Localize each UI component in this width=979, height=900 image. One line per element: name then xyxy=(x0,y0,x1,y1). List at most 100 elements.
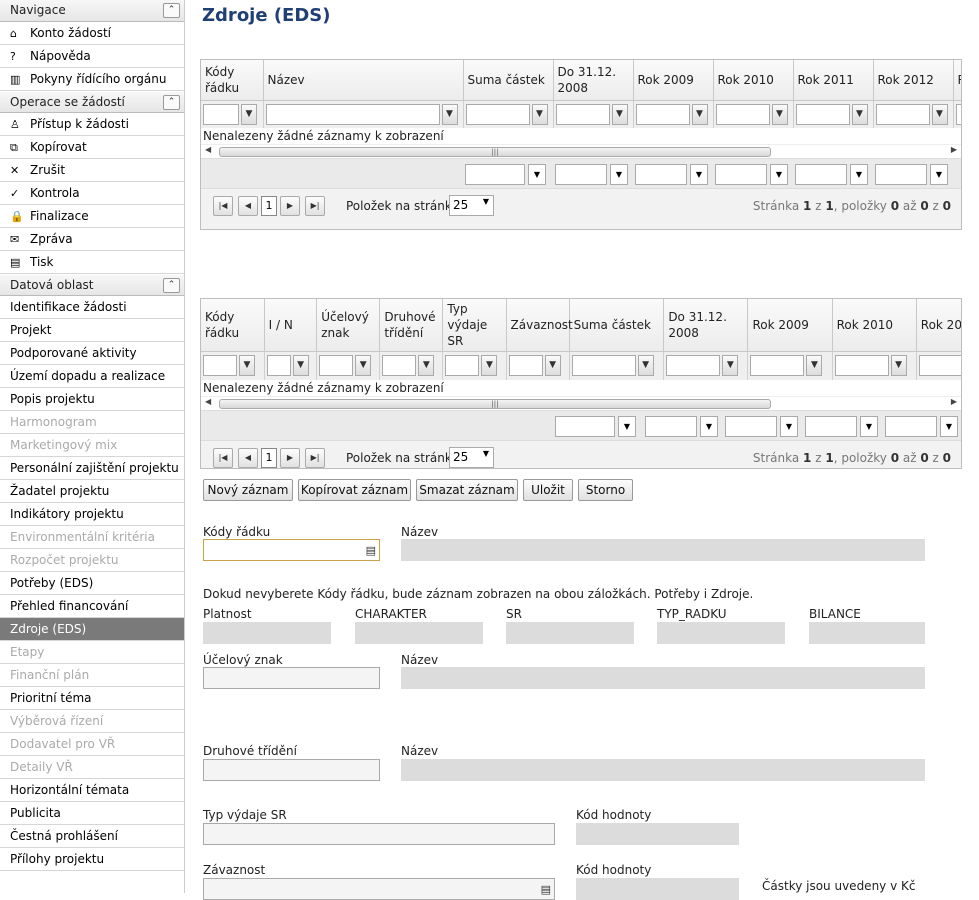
aggregate-select[interactable] xyxy=(885,415,937,437)
sidebar-item-prioritni-tema[interactable]: Prioritní téma xyxy=(0,687,184,710)
last-page-icon[interactable]: ▶| xyxy=(305,447,325,468)
filter-input[interactable] xyxy=(715,103,770,125)
sr-expense-type-field[interactable] xyxy=(203,823,555,845)
horizontal-scrollbar[interactable]: ◀ ||| ▶ xyxy=(201,395,961,410)
column-header[interactable]: Rok 2009 xyxy=(747,299,833,352)
prev-page-icon[interactable]: ◀ xyxy=(238,196,258,216)
filter-icon[interactable]: ▼ xyxy=(241,103,257,125)
column-header[interactable]: R xyxy=(953,60,961,101)
filter-icon[interactable]: ▼ xyxy=(292,355,309,377)
column-header[interactable]: Rok 2010 xyxy=(713,60,794,101)
page-number[interactable]: 1 xyxy=(261,196,277,216)
filter-input[interactable] xyxy=(666,355,721,377)
per-page-select[interactable]: 25 ▼ xyxy=(449,446,494,468)
filter-input[interactable] xyxy=(508,355,543,377)
dropdown-icon[interactable]: ▼ xyxy=(700,415,718,437)
column-header[interactable]: Rok 2011 xyxy=(916,299,961,352)
sidebar-item-podporovane-aktivity[interactable]: Podporované aktivity xyxy=(0,342,184,365)
sidebar-item-pokyny-ridiciho-organu[interactable]: ▥ Pokyny řídícího orgánu xyxy=(0,68,184,91)
filter-input[interactable] xyxy=(382,355,417,377)
scroll-right-icon[interactable]: ▶ xyxy=(951,145,957,154)
filter-input[interactable] xyxy=(955,103,961,125)
column-header[interactable]: Suma částek xyxy=(569,299,665,352)
data-section-header[interactable]: Datová oblast ⌃ xyxy=(0,274,184,296)
next-page-icon[interactable]: ▶ xyxy=(280,196,300,216)
dropdown-icon[interactable]: ▼ xyxy=(770,164,788,185)
filter-icon[interactable]: ▼ xyxy=(481,355,498,377)
sidebar-item-zadatel-projektu[interactable]: Žadatel projektu xyxy=(0,480,184,503)
next-page-icon[interactable]: ▶ xyxy=(280,447,300,468)
dropdown-icon[interactable]: ▼ xyxy=(618,415,636,437)
filter-icon[interactable]: ▼ xyxy=(544,355,561,377)
sidebar-item-indikatory-projektu[interactable]: Indikátory projektu xyxy=(0,503,184,526)
scroll-left-icon[interactable]: ◀ xyxy=(205,145,211,154)
filter-input[interactable] xyxy=(834,355,889,377)
filter-icon[interactable]: ▼ xyxy=(441,103,458,125)
aggregate-select[interactable] xyxy=(645,415,697,437)
filter-icon[interactable]: ▼ xyxy=(239,355,255,377)
sidebar-item-kopirovat[interactable]: ⧉ Kopírovat xyxy=(0,136,184,159)
sidebar-item-popis-projektu[interactable]: Popis projektu xyxy=(0,388,184,411)
type-classification-field[interactable] xyxy=(203,759,380,781)
filter-input[interactable] xyxy=(266,355,291,377)
prev-page-icon[interactable]: ◀ xyxy=(238,447,258,468)
ops-section-header[interactable]: Operace se žádostí ⌃ xyxy=(0,91,184,113)
sidebar-item-konto-zadosti[interactable]: ⌂ Konto žádostí xyxy=(0,22,184,45)
sidebar-item-zprava[interactable]: ✉ Zpráva xyxy=(0,228,184,251)
dropdown-icon[interactable]: ▼ xyxy=(850,164,868,185)
column-header[interactable]: Kódy řádku xyxy=(201,299,265,352)
sidebar-item-finalizace[interactable]: 🔒 Finalizace xyxy=(0,205,184,228)
sidebar-item-horizontalni-temata[interactable]: Horizontální témata xyxy=(0,779,184,802)
dropdown-icon[interactable]: ▼ xyxy=(610,164,628,185)
sidebar-item-cestna-prohlaseni[interactable]: Čestná prohlášení xyxy=(0,825,184,848)
filter-icon[interactable]: ▼ xyxy=(890,355,907,377)
filter-icon[interactable]: ▼ xyxy=(806,355,823,377)
filter-input[interactable] xyxy=(319,355,354,377)
column-header[interactable]: Účelový znak xyxy=(316,299,381,352)
dropdown-icon[interactable]: ▼ xyxy=(528,164,546,185)
delete-record-button[interactable]: Smazat záznam xyxy=(416,479,518,501)
sidebar-item-projekt[interactable]: Projekt xyxy=(0,319,184,342)
sidebar-item-zrusit[interactable]: ✕ Zrušit xyxy=(0,159,184,182)
filter-input[interactable] xyxy=(465,103,530,125)
filter-icon[interactable]: ▼ xyxy=(355,355,372,377)
filter-icon[interactable]: ▼ xyxy=(691,103,708,125)
first-page-icon[interactable]: |◀ xyxy=(213,196,233,216)
horizontal-scrollbar[interactable]: ◀ ||| ▶ xyxy=(201,144,961,158)
filter-input[interactable] xyxy=(750,355,805,377)
sidebar-item-prehled-financovani[interactable]: Přehled financování xyxy=(0,595,184,618)
per-page-select[interactable]: 25 ▼ xyxy=(449,195,494,216)
filter-input[interactable] xyxy=(555,103,610,125)
column-header[interactable]: Rok 2009 xyxy=(633,60,714,101)
dropdown-icon[interactable]: ▼ xyxy=(930,164,948,185)
scroll-thumb[interactable]: ||| xyxy=(219,147,771,157)
filter-icon[interactable]: ▼ xyxy=(611,103,628,125)
column-header[interactable]: I / N xyxy=(264,299,318,352)
column-header[interactable]: Typ výdaje SR xyxy=(442,299,507,352)
filter-icon[interactable]: ▼ xyxy=(418,355,435,377)
filter-input[interactable] xyxy=(203,103,239,125)
sidebar-item-publicita[interactable]: Publicita xyxy=(0,802,184,825)
filter-icon[interactable]: ▼ xyxy=(771,103,788,125)
filter-icon[interactable]: ▼ xyxy=(931,103,948,125)
sidebar-item-personalni-zajisteni-projektu[interactable]: Personální zajištění projektu xyxy=(0,457,184,480)
row-code-field[interactable]: ▤ xyxy=(203,539,380,561)
sidebar-item-prilohy-projektu[interactable]: Přílohy projektu xyxy=(0,848,184,871)
scroll-right-icon[interactable]: ▶ xyxy=(951,397,957,406)
copy-record-button[interactable]: Kopírovat záznam xyxy=(298,479,411,501)
filter-input[interactable] xyxy=(203,355,237,377)
aggregate-select[interactable] xyxy=(715,164,767,185)
dropdown-icon[interactable]: ▼ xyxy=(690,164,708,185)
collapse-icon[interactable]: ⌃ xyxy=(163,278,180,293)
filter-icon[interactable]: ▼ xyxy=(637,355,654,377)
binding-field[interactable]: ▤ xyxy=(203,878,555,900)
dropdown-icon[interactable]: ▼ xyxy=(780,415,798,437)
sidebar-item-identifikace-zadosti[interactable]: Identifikace žádosti xyxy=(0,296,184,319)
filter-input[interactable] xyxy=(635,103,690,125)
column-header[interactable]: Suma částek xyxy=(463,60,554,101)
column-header[interactable]: Rok 2012 xyxy=(873,60,954,101)
filter-icon[interactable]: ▼ xyxy=(851,103,868,125)
filter-input[interactable] xyxy=(918,355,961,377)
list-picker-icon[interactable]: ▤ xyxy=(366,544,376,557)
scroll-left-icon[interactable]: ◀ xyxy=(205,397,211,406)
